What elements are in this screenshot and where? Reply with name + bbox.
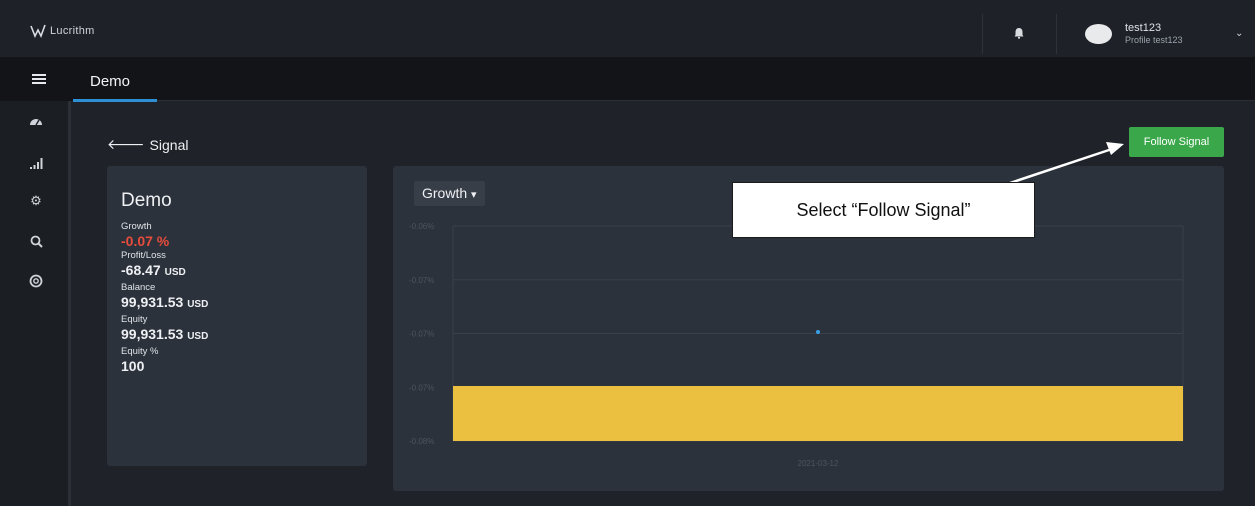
user-profile-label[interactable]: Profile test123 <box>1125 35 1183 45</box>
stats-card: Demo Growth -0.07 % Profit/Loss -68.47 U… <box>107 166 367 466</box>
y-tick-label: -0.07% <box>409 276 434 285</box>
logo-icon <box>30 24 46 38</box>
dashboard-icon[interactable] <box>28 113 44 129</box>
help-icon[interactable] <box>28 273 44 289</box>
top-divider <box>982 14 983 54</box>
y-tick-label: -0.07% <box>409 383 434 392</box>
tab-demo[interactable]: Demo <box>73 57 157 101</box>
header-band <box>0 57 1255 101</box>
follow-signal-button[interactable]: Follow Signal <box>1129 127 1224 157</box>
signal-bars-icon[interactable] <box>28 155 44 171</box>
x-tick-label: 2021-03-12 <box>798 459 839 468</box>
currency-unit: USD <box>187 299 209 310</box>
chevron-down-icon[interactable]: ⌄ <box>1235 28 1243 39</box>
top-bar <box>0 0 1255 57</box>
balance-label: Balance <box>121 282 156 293</box>
logo-text: Lucrithm <box>50 25 95 37</box>
equity-label: Equity <box>121 314 148 325</box>
back-label: Signal <box>149 136 189 153</box>
profit-loss-amount: -68.47 <box>121 262 161 278</box>
arrow-left-icon: 🡐 <box>107 136 145 152</box>
growth-value: -0.07 % <box>121 233 170 249</box>
settings-icon[interactable]: ⚙ <box>28 193 44 209</box>
growth-label: Growth <box>121 221 152 232</box>
y-tick-label: -0.08% <box>409 437 434 446</box>
balance-amount: 99,931.53 <box>121 294 184 310</box>
equity-amount: 99,931.53 <box>121 326 184 342</box>
data-point <box>816 330 820 334</box>
y-tick-label: -0.07% <box>409 330 434 339</box>
back-to-signal-link[interactable]: 🡐 Signal <box>107 136 188 153</box>
growth-bar <box>453 386 1183 441</box>
equity-percent-label: Equity % <box>121 346 159 357</box>
profit-loss-label: Profit/Loss <box>121 250 166 261</box>
top-divider <box>1056 14 1057 54</box>
header-divider <box>157 100 1255 101</box>
avatar[interactable] <box>1085 24 1112 44</box>
user-name[interactable]: test123 <box>1125 22 1161 34</box>
annotation-callout: Select “Follow Signal” <box>732 182 1035 238</box>
bell-icon[interactable] <box>1012 26 1026 40</box>
menu-icon[interactable] <box>32 74 46 84</box>
y-tick-label: -0.06% <box>409 222 434 231</box>
stats-title: Demo <box>121 190 172 211</box>
profit-loss-value: -68.47 USD <box>121 261 353 282</box>
sidebar-border <box>68 101 71 506</box>
currency-unit: USD <box>187 331 209 342</box>
search-icon[interactable] <box>28 233 44 249</box>
app-logo[interactable]: Lucrithm <box>30 24 95 38</box>
balance-value: 99,931.53 USD <box>121 293 353 314</box>
equity-percent-value: 100 <box>121 358 145 374</box>
tab-active-indicator <box>73 99 157 102</box>
currency-unit: USD <box>164 267 186 278</box>
equity-value: 99,931.53 USD <box>121 325 353 346</box>
